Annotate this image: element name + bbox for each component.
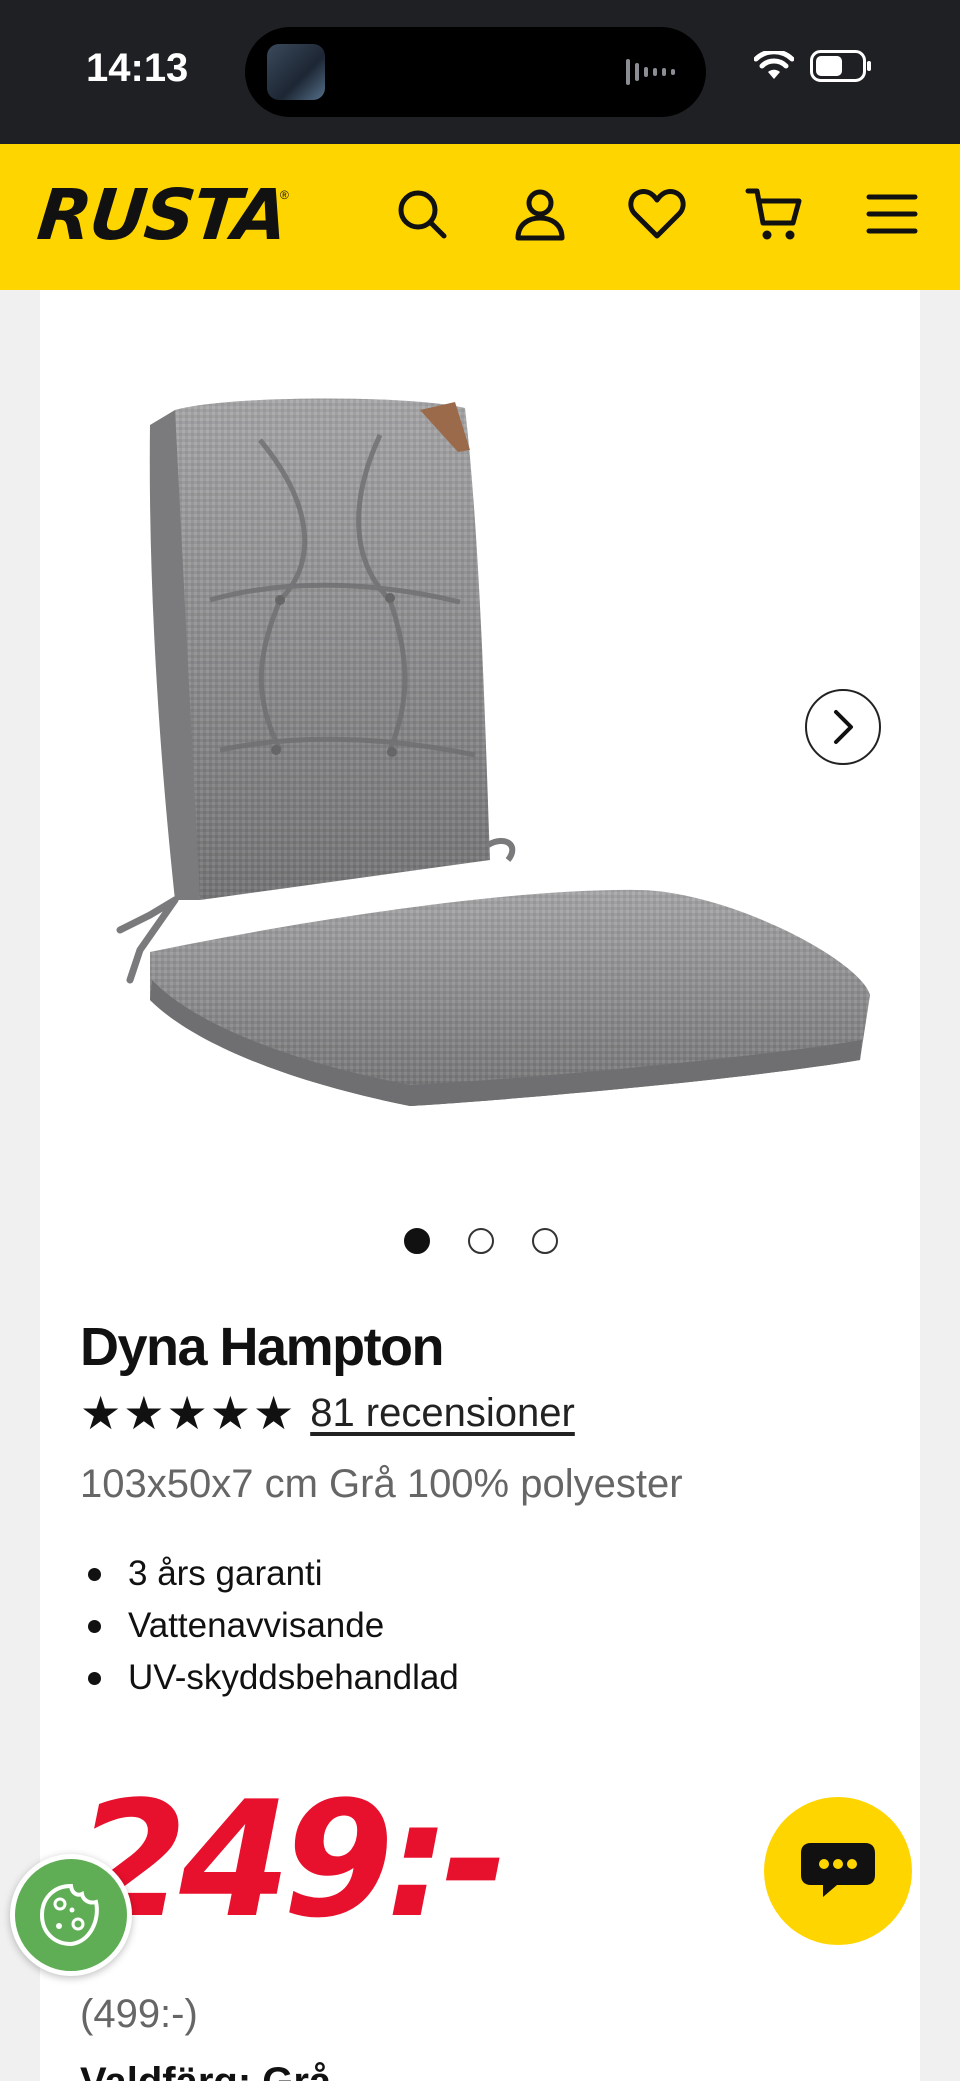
heart-icon[interactable] — [625, 182, 689, 246]
chevron-right-icon — [834, 710, 853, 744]
feature-item: 3 års garanti — [80, 1548, 459, 1600]
status-time: 14:13 — [86, 46, 189, 90]
search-icon[interactable] — [390, 182, 454, 246]
dynamic-island — [245, 27, 706, 117]
product-image[interactable] — [80, 340, 880, 1170]
product-subtitle: 103x50x7 cm Grå 100% polyester — [80, 1462, 683, 1506]
feature-item: Vattenavvisande — [80, 1600, 459, 1652]
wifi-icon — [754, 51, 794, 79]
account-icon[interactable] — [508, 182, 572, 246]
reviews-link[interactable]: 81 recensioner — [310, 1391, 575, 1436]
old-price: (499:-) — [80, 1992, 198, 2036]
product-title: Dyna Hampton — [80, 1317, 445, 1377]
menu-icon[interactable] — [860, 182, 924, 246]
audio-wave-icon — [626, 59, 675, 85]
cookie-settings-button[interactable] — [10, 1854, 132, 1976]
product-card: Dyna Hampton ★★★★★ 81 recensioner 103x50… — [40, 290, 920, 2081]
carousel-dots — [404, 1228, 558, 1254]
carousel-dot-1[interactable] — [404, 1228, 430, 1254]
product-price: 249:- — [76, 1766, 508, 1953]
site-header: RUSTA ® — [0, 144, 960, 290]
carousel-next-button[interactable] — [805, 689, 881, 765]
chat-bubble-icon — [801, 1843, 875, 1897]
rating-row: ★★★★★ 81 recensioner — [80, 1390, 575, 1436]
rusta-logo[interactable]: RUSTA — [34, 174, 290, 256]
feature-list: 3 års garanti Vattenavvisande UV-skyddsb… — [80, 1548, 459, 1704]
battery-icon — [810, 50, 871, 82]
rating-stars: ★★★★★ — [80, 1386, 297, 1440]
color-choice-text: Valdfärg: Grå — [80, 2060, 331, 2081]
carousel-dot-2[interactable] — [468, 1228, 494, 1254]
registered-mark: ® — [280, 188, 289, 202]
cart-icon[interactable] — [742, 182, 806, 246]
feature-item: UV-skyddsbehandlad — [80, 1652, 459, 1704]
chat-button[interactable] — [764, 1797, 912, 1945]
status-bar: 14:13 — [0, 0, 960, 144]
cookie-icon — [39, 1883, 99, 1947]
carousel-dot-3[interactable] — [532, 1228, 558, 1254]
now-playing-artwork — [267, 44, 325, 100]
